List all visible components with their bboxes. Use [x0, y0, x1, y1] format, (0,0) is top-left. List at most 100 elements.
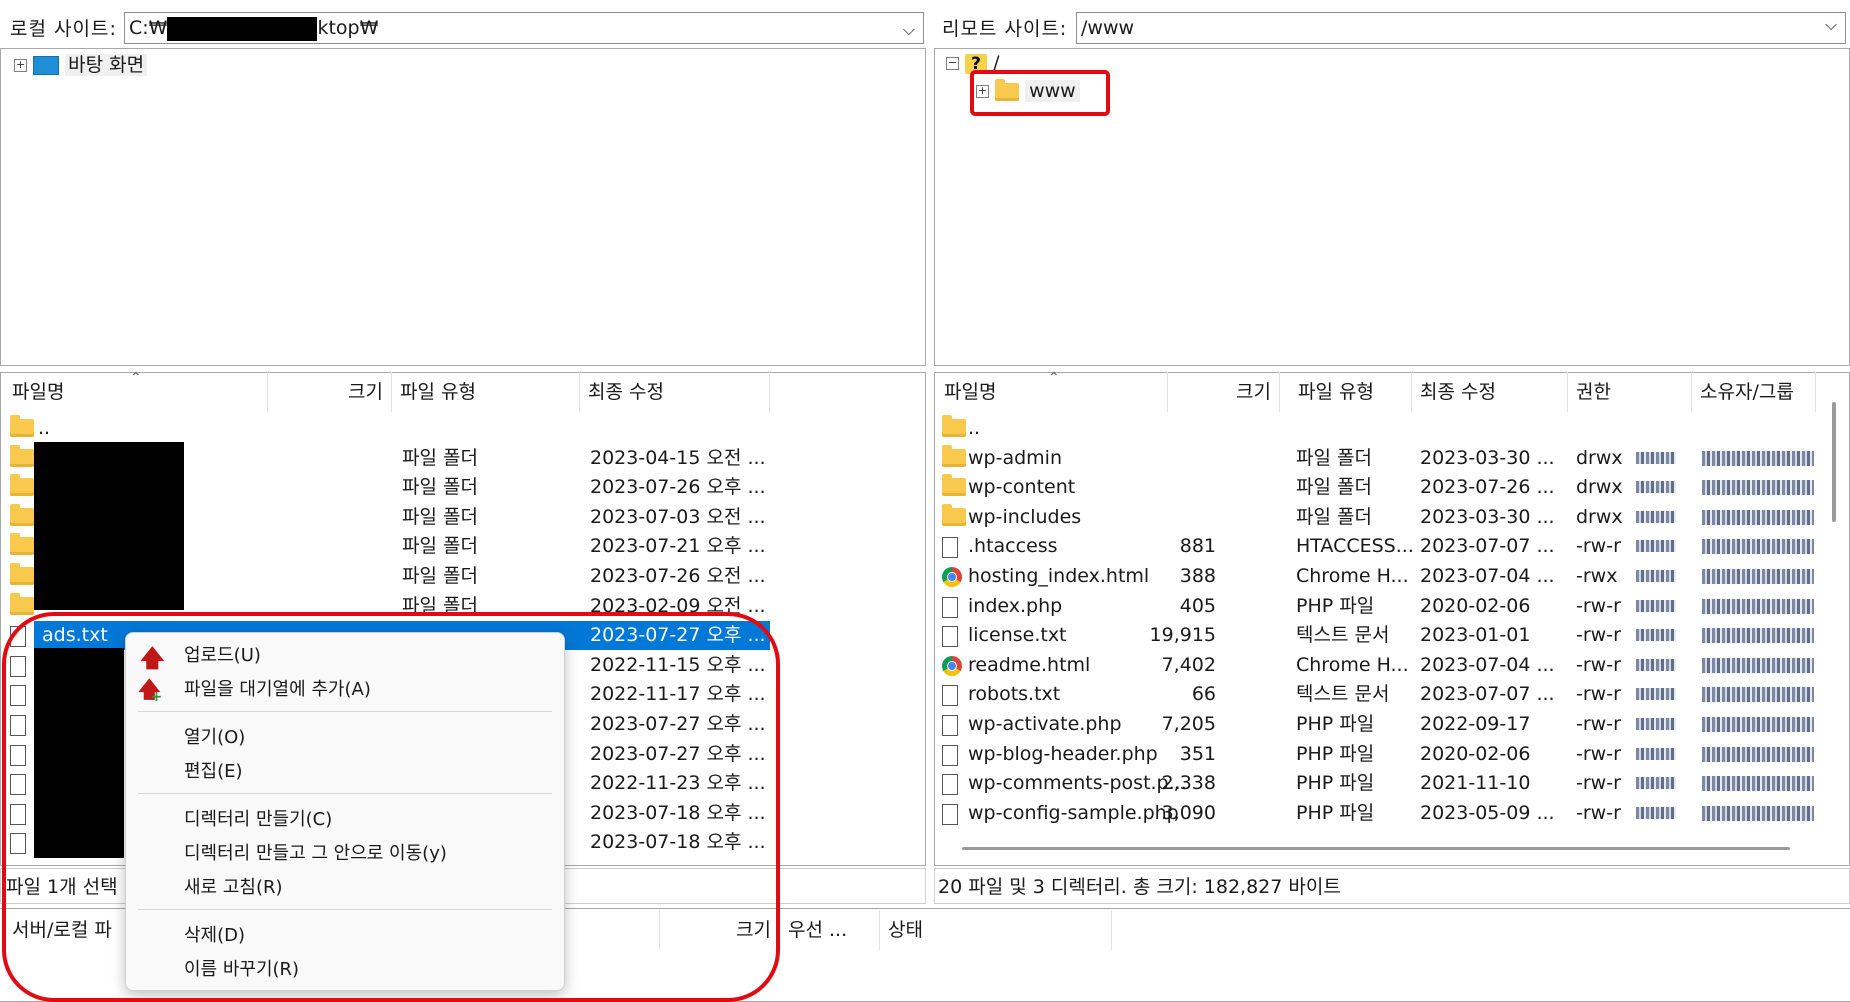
highlight-box-www	[970, 70, 1110, 116]
blurred-owner	[1702, 539, 1814, 555]
cell-type: 텍스트 문서	[1296, 683, 1390, 706]
cell-modified: 2023-07-04 ...	[1420, 565, 1555, 587]
vertical-scrollbar[interactable]	[1832, 402, 1836, 522]
col-header-modified[interactable]: 최종 수정	[1412, 372, 1568, 412]
table-row[interactable]: hosting_index.html 388 Chrome H... 2023-07-…	[936, 562, 1826, 591]
cell-type: 파일 폴더	[1296, 446, 1372, 469]
cell-size: 405	[1179, 594, 1216, 617]
table-row[interactable]: .htaccess 881 HTACCESS... 2023-07-07 ... -rw…	[936, 532, 1826, 561]
table-row[interactable]: index.php 405 PHP 파일 2020-02-06 -rw-r	[936, 592, 1826, 621]
table-row[interactable]: wp-admin 파일 폴더 2023-03-30 ... drwx	[936, 444, 1826, 473]
local-path-prefix: C:₩	[129, 17, 168, 39]
cell-modified: 2021-11-10	[1420, 772, 1531, 795]
cell-permissions: -rw-r	[1576, 713, 1621, 735]
table-row[interactable]: wp-content 파일 폴더 2023-07-26 ... drwx	[936, 473, 1826, 502]
cell-size: 66	[1191, 683, 1216, 706]
cell-size: 7,402	[1161, 653, 1216, 676]
chevron-down-icon[interactable]: ⌵	[1825, 15, 1842, 35]
col-header-type[interactable]: 파일 유형	[1290, 372, 1412, 412]
table-row[interactable]: wp-blog-header.php 351 PHP 파일 2020-02-06 -rw…	[936, 740, 1826, 769]
cell-modified: 2023-07-26 오후 ...	[590, 476, 766, 499]
local-path-input[interactable]: C:₩ ktop₩ ⌵	[124, 12, 924, 44]
horizontal-scrollbar[interactable]	[962, 847, 1790, 850]
col-header-permissions[interactable]: 권한	[1568, 372, 1692, 412]
table-row[interactable]: wp-includes 파일 폴더 2023-03-30 ... drwx	[936, 503, 1826, 532]
folder-icon	[10, 592, 34, 615]
queue-col-status[interactable]: 상태	[880, 910, 1112, 950]
folder-icon	[10, 474, 34, 497]
cell-permissions: drwx	[1576, 446, 1623, 469]
cell-modified: 2023-01-01	[1420, 624, 1531, 647]
collapse-icon[interactable]: −	[946, 57, 959, 70]
blurred-permissions	[1636, 510, 1676, 523]
col-header-size-label: 크기	[1236, 381, 1271, 403]
expand-icon[interactable]: +	[14, 59, 27, 72]
blurred-permissions	[1636, 540, 1676, 553]
cell-size: 351	[1179, 742, 1216, 765]
cell-permissions: -rw-r	[1576, 801, 1621, 824]
table-row[interactable]: wp-activate.php 7,205 PHP 파일 2022-09-17 -rw-…	[936, 710, 1826, 739]
col-header-size[interactable]: 크기	[1168, 372, 1280, 412]
blurred-permissions	[1636, 570, 1676, 582]
cell-type: PHP 파일	[1296, 594, 1375, 617]
table-row[interactable]: license.txt 19,915 텍스트 문서 2023-01-01 -rw-r	[936, 621, 1826, 650]
cell-type: 텍스트 문서	[1296, 624, 1390, 647]
tree-item-label: 바탕 화면	[65, 54, 148, 76]
cell-modified: 2023-03-30 ...	[1420, 505, 1555, 528]
cell-size: 388	[1179, 565, 1216, 587]
folder-icon	[942, 474, 966, 497]
blurred-owner	[1702, 746, 1814, 762]
table-row[interactable]: ..	[936, 414, 1826, 443]
local-tree-item-desktop[interactable]: + 바탕 화면	[14, 50, 148, 77]
cell-permissions: -rw-r	[1576, 594, 1621, 617]
col-header-size[interactable]: 크기	[268, 372, 392, 412]
local-tree-pane[interactable]	[0, 48, 926, 366]
blurred-permissions	[1636, 658, 1676, 671]
folder-icon	[10, 563, 34, 585]
folder-icon	[942, 415, 966, 437]
chevron-down-icon[interactable]: ⌵	[903, 15, 915, 43]
blurred-permissions	[1636, 451, 1676, 464]
sort-arrow-icon: ⌃	[130, 370, 142, 386]
cell-modified: 2020-02-06	[1420, 742, 1531, 765]
cell-type: PHP 파일	[1296, 713, 1375, 735]
table-row[interactable]: robots.txt 66 텍스트 문서 2023-07-07 ... -rw-r	[936, 680, 1826, 709]
folder-icon	[942, 444, 966, 467]
blurred-permissions	[1636, 599, 1676, 612]
table-row[interactable]: wp-config-sample.php 3,090 PHP 파일 2023-05-0…	[936, 799, 1826, 828]
cell-modified: 2023-07-07 ...	[1420, 535, 1555, 558]
cell-modified: 2023-07-21 오후 ...	[590, 535, 766, 558]
blurred-owner	[1702, 480, 1814, 496]
cell-type: 파일 폴더	[402, 476, 478, 499]
remote-site-label: 리모트 사이트:	[942, 18, 1068, 40]
folder-icon	[942, 503, 966, 526]
cell-size: 19,915	[1149, 624, 1216, 647]
blurred-owner	[1702, 717, 1814, 732]
col-header-type[interactable]: 파일 유형	[392, 372, 580, 412]
queue-col-priority[interactable]: 우선 ...	[780, 910, 880, 950]
cell-modified: 2023-07-26 오전 ...	[590, 565, 766, 587]
cell-type: 파일 폴더	[402, 505, 478, 528]
col-header-modified[interactable]: 최종 수정	[580, 372, 770, 412]
folder-icon	[10, 415, 34, 437]
col-header-owner[interactable]: 소유자/그룹	[1692, 372, 1816, 412]
folder-icon	[10, 503, 34, 526]
cell-type: PHP 파일	[1296, 772, 1375, 795]
remote-path-input[interactable]: /www	[1076, 12, 1846, 44]
redacted-names	[34, 442, 184, 610]
folder-icon	[10, 533, 34, 556]
cell-size: 3,090	[1161, 801, 1216, 824]
table-row[interactable]: wp-comments-post.p... 2,338 PHP 파일 2021-11-…	[936, 769, 1826, 798]
local-path-suffix: ktop₩	[317, 17, 379, 39]
table-row[interactable]: ..	[4, 414, 924, 443]
sort-arrow-icon: ⌃	[1048, 370, 1060, 386]
folder-icon	[10, 444, 34, 467]
blurred-owner	[1702, 598, 1814, 614]
cell-type: HTACCESS...	[1296, 535, 1414, 558]
cell-modified: 2020-02-06	[1420, 594, 1531, 617]
col-header-size-label: 크기	[348, 381, 383, 403]
cell-size: 2,338	[1161, 772, 1216, 795]
cell-permissions: drwx	[1576, 505, 1623, 528]
cell-modified: 2022-09-17	[1420, 713, 1531, 735]
table-row[interactable]: readme.html 7,402 Chrome H... 2023-07-04 ..…	[936, 651, 1826, 680]
